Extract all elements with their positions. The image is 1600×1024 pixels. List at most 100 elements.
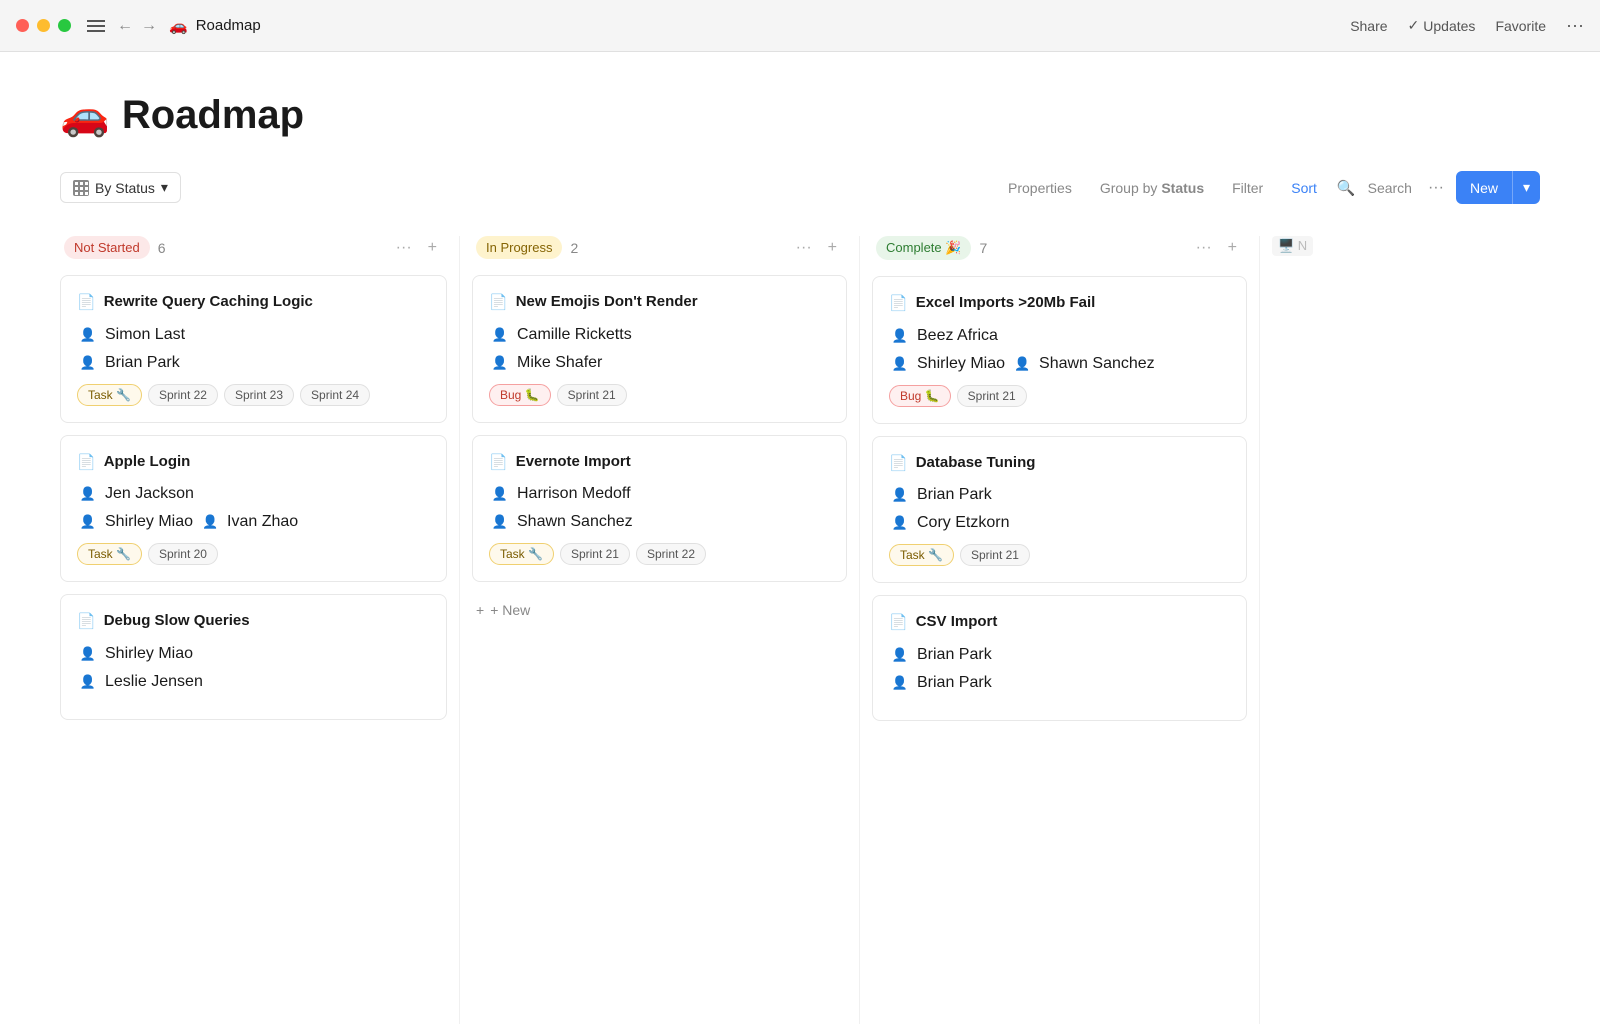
favorite-button[interactable]: Favorite: [1495, 18, 1546, 34]
card-tags: Bug 🐛 Sprint 21: [489, 384, 830, 406]
card-title: Debug Slow Queries: [104, 611, 250, 631]
column-more-complete[interactable]: ···: [1190, 237, 1218, 259]
assignee-name: Mike Shafer: [517, 354, 602, 372]
search-icon[interactable]: 🔍: [1333, 173, 1360, 203]
column-add-in-progress[interactable]: +: [822, 237, 843, 259]
page-content: 🚗 Roadmap By Status ▾ Properties Group b…: [0, 52, 1600, 1024]
assignee-name: Beez Africa: [917, 327, 998, 345]
hidden-column-label[interactable]: 🖥️ N: [1272, 236, 1313, 256]
back-arrow[interactable]: ←: [117, 17, 133, 35]
new-button-group[interactable]: New ▾: [1456, 171, 1540, 204]
assignee-row: 👤 Shawn Sanchez: [489, 511, 830, 533]
card-database-tuning[interactable]: 📄 Database Tuning 👤 Brian Park 👤 Cory Et…: [872, 436, 1247, 584]
card-icon: 📄: [489, 293, 508, 311]
avatar: 👤: [889, 325, 911, 347]
group-by-button[interactable]: Group by Status: [1088, 174, 1216, 202]
column-add-not-started[interactable]: +: [422, 237, 443, 259]
card-evernote-import[interactable]: 📄 Evernote Import 👤 Harrison Medoff 👤 Sh…: [472, 435, 847, 583]
tag-sprint: Sprint 23: [224, 384, 294, 406]
tag-sprint: Sprint 21: [560, 543, 630, 565]
assignee-row: 👤 Harrison Medoff: [489, 483, 830, 505]
card-csv-import[interactable]: 📄 CSV Import 👤 Brian Park 👤 Brian Park: [872, 595, 1247, 721]
assignee-row: 👤 Brian Park: [889, 672, 1230, 694]
assignee-row: 👤 Brian Park: [77, 352, 430, 374]
assignee-row: 👤 Beez Africa: [889, 325, 1230, 347]
page-emoji-small: 🚗: [169, 17, 188, 35]
plus-icon: +: [476, 602, 484, 618]
assignee-name: Harrison Medoff: [517, 485, 631, 503]
traffic-lights: [16, 19, 71, 32]
sidebar-toggle[interactable]: [87, 20, 105, 32]
chevron-down-icon: ▾: [161, 179, 168, 196]
add-new-in-progress[interactable]: + + New: [472, 594, 847, 626]
toolbar-more-button[interactable]: ···: [1420, 175, 1452, 201]
column-more-in-progress[interactable]: ···: [790, 237, 818, 259]
card-assignees: 👤 Simon Last 👤 Brian Park: [77, 324, 430, 374]
search-button[interactable]: Search: [1364, 174, 1416, 202]
assignee-row: 👤 Mike Shafer: [489, 352, 830, 374]
avatar: 👤: [889, 512, 911, 534]
avatar: 👤: [489, 352, 511, 374]
column-header-not-started: Not Started 6 ··· +: [60, 236, 447, 259]
card-title: New Emojis Don't Render: [516, 292, 698, 312]
card-new-emojis[interactable]: 📄 New Emojis Don't Render 👤 Camille Rick…: [472, 275, 847, 423]
card-title: CSV Import: [916, 612, 998, 632]
properties-button[interactable]: Properties: [996, 174, 1084, 202]
by-status-button[interactable]: By Status ▾: [60, 172, 181, 203]
forward-arrow[interactable]: →: [141, 17, 157, 35]
filter-button[interactable]: Filter: [1220, 174, 1275, 202]
column-header-hidden: 🖥️ N: [1268, 236, 1317, 256]
avatar: 👤: [77, 483, 99, 505]
card-title: Database Tuning: [916, 453, 1036, 473]
checkmark-icon: ✓: [1408, 17, 1420, 34]
title-bar: ← → 🚗 Roadmap Share ✓ Updates Favorite ·…: [0, 0, 1600, 52]
card-rewrite-query[interactable]: 📄 Rewrite Query Caching Logic 👤 Simon La…: [60, 275, 447, 423]
assignee-name: Shirley Miao: [105, 645, 193, 663]
status-badge-not-started: Not Started: [64, 236, 150, 259]
assignee-name: Brian Park: [917, 486, 992, 504]
column-more-not-started[interactable]: ···: [390, 237, 418, 259]
more-button[interactable]: ···: [1566, 15, 1584, 36]
avatar: 👤: [489, 511, 511, 533]
new-button-caret[interactable]: ▾: [1512, 171, 1540, 204]
card-title: Rewrite Query Caching Logic: [104, 292, 313, 312]
tag-type: Task 🔧: [889, 544, 954, 566]
card-icon: 📄: [889, 613, 908, 631]
assignee-name: Shirley Miao: [105, 513, 193, 531]
column-not-started: Not Started 6 ··· + 📄 Rewrite Query Cach…: [60, 236, 460, 1024]
close-button[interactable]: [16, 19, 29, 32]
tag-sprint: Sprint 20: [148, 543, 218, 565]
card-assignees: 👤 Brian Park 👤 Cory Etzkorn: [889, 484, 1230, 534]
column-add-complete[interactable]: +: [1222, 237, 1243, 259]
maximize-button[interactable]: [58, 19, 71, 32]
nav-arrows: ← →: [117, 17, 157, 35]
assignee-row: 👤 Brian Park: [889, 484, 1230, 506]
assignee-name: Brian Park: [917, 646, 992, 664]
column-header-in-progress: In Progress 2 ··· +: [472, 236, 847, 259]
assignee-row: 👤 Shirley Miao 👤 Shawn Sanchez: [889, 353, 1230, 375]
card-excel-imports[interactable]: 📄 Excel Imports >20Mb Fail 👤 Beez Africa…: [872, 276, 1247, 424]
avatar: 👤: [1011, 353, 1033, 375]
card-tags: Task 🔧 Sprint 21: [889, 544, 1230, 566]
card-tags: Task 🔧 Sprint 21 Sprint 22: [489, 543, 830, 565]
updates-button[interactable]: ✓ Updates: [1408, 17, 1476, 34]
minimize-button[interactable]: [37, 19, 50, 32]
tag-type: Bug 🐛: [889, 385, 951, 407]
column-actions-complete: ··· +: [1190, 237, 1243, 259]
card-apple-login[interactable]: 📄 Apple Login 👤 Jen Jackson 👤 Shirley Mi…: [60, 435, 447, 583]
page-breadcrumb: 🚗 Roadmap: [169, 17, 261, 35]
column-count-complete: 7: [979, 240, 987, 256]
avatar: 👤: [77, 511, 99, 533]
card-tags: Task 🔧 Sprint 22 Sprint 23 Sprint 24: [77, 384, 430, 406]
card-icon: 📄: [489, 453, 508, 471]
tag-type: Task 🔧: [77, 543, 142, 565]
card-icon: 📄: [889, 294, 908, 312]
assignee-name: Camille Ricketts: [517, 326, 632, 344]
share-button[interactable]: Share: [1350, 18, 1387, 34]
tag-sprint: Sprint 21: [960, 544, 1030, 566]
column-header-complete: Complete 🎉 7 ··· +: [872, 236, 1247, 260]
card-debug-slow-queries[interactable]: 📄 Debug Slow Queries 👤 Shirley Miao 👤 Le…: [60, 594, 447, 720]
sort-button[interactable]: Sort: [1279, 174, 1329, 202]
new-button-main[interactable]: New: [1456, 172, 1512, 204]
tag-type: Task 🔧: [77, 384, 142, 406]
